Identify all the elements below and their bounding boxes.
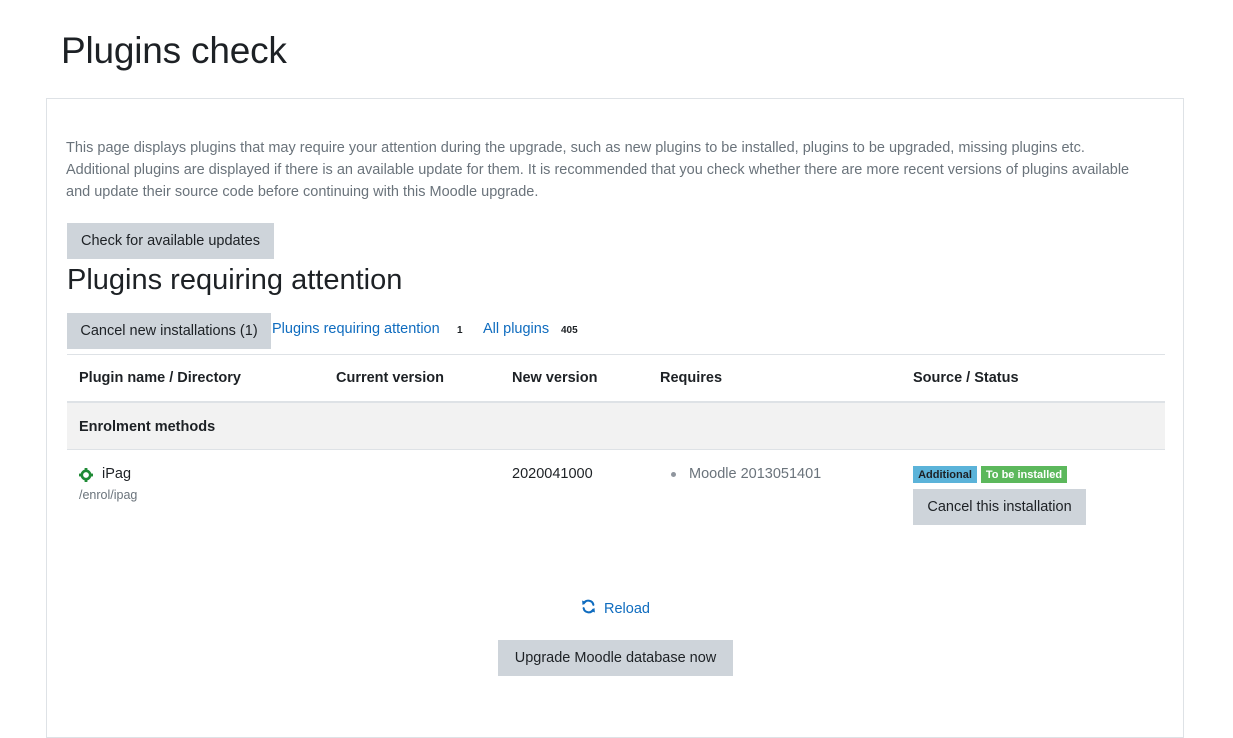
requires-bullet <box>671 472 676 477</box>
filter-all-plugins-count: 405 <box>561 325 578 336</box>
plugin-directory: /enrol/ipag <box>79 488 138 502</box>
table-top-divider <box>67 354 1165 355</box>
section-title: Plugins requiring attention <box>67 264 403 296</box>
check-updates-button[interactable]: Check for available updates <box>67 223 274 259</box>
refresh-icon <box>581 599 596 618</box>
page-title: Plugins check <box>61 30 287 71</box>
plugin-requires: Moodle 2013051401 <box>689 466 822 482</box>
plugin-icon <box>79 468 93 482</box>
to-be-installed-badge: To be installed <box>981 466 1067 483</box>
reload-link[interactable]: Reload <box>581 599 650 618</box>
reload-label: Reload <box>604 600 650 617</box>
additional-badge: Additional <box>913 466 977 483</box>
plugin-new-version: 2020041000 <box>512 466 593 482</box>
cancel-new-installations-button[interactable]: Cancel new installations (1) <box>67 313 271 349</box>
column-header-current-version: Current version <box>336 370 444 386</box>
column-header-source-status: Source / Status <box>913 370 1019 386</box>
intro-text: This page displays plugins that may requ… <box>66 140 1130 200</box>
plugin-name: iPag <box>102 466 132 482</box>
filter-requiring-attention-count: 1 <box>457 325 463 336</box>
table-group-row: Enrolment methods <box>67 403 1165 449</box>
group-divider <box>67 449 1165 450</box>
filter-all-plugins-link[interactable]: All plugins <box>483 321 549 337</box>
column-header-requires: Requires <box>660 370 723 386</box>
cancel-installation-button[interactable]: Cancel this installation <box>913 489 1086 525</box>
filter-requiring-attention-link[interactable]: Plugins requiring attention <box>272 321 440 337</box>
column-header-new-version: New version <box>512 370 598 386</box>
group-label: Enrolment methods <box>79 419 216 435</box>
upgrade-database-button[interactable]: Upgrade Moodle database now <box>498 640 733 676</box>
column-header-plugin-name: Plugin name / Directory <box>79 370 241 386</box>
